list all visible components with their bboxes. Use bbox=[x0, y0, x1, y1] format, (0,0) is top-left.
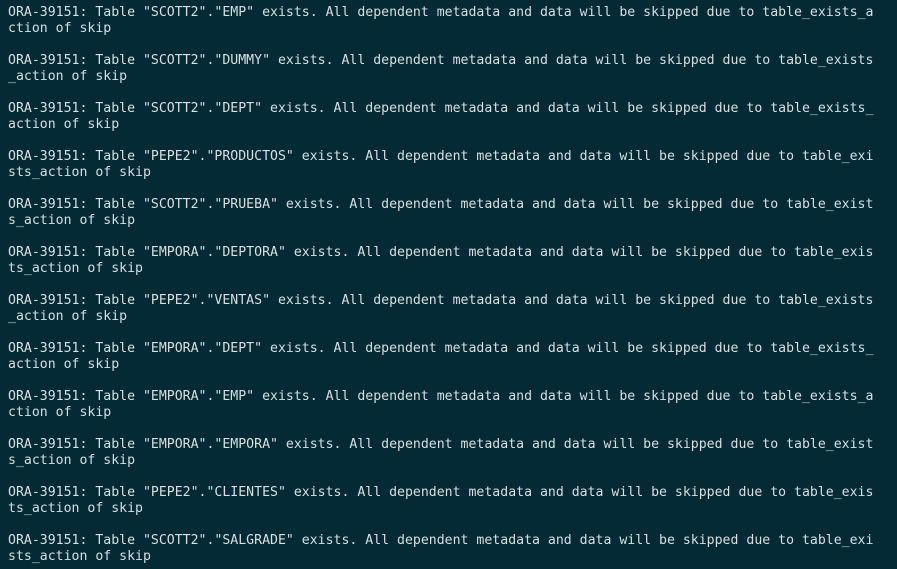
error-line: ORA-39151: Table "SCOTT2"."PRUEBA" exist… bbox=[8, 197, 874, 212]
error-line: ORA-39151: Table "SCOTT2"."SALGRADE" exi… bbox=[8, 533, 874, 548]
error-line-continuation: s_action of skip bbox=[8, 453, 136, 468]
error-line: ORA-39151: Table "EMPORA"."DEPTORA" exis… bbox=[8, 245, 874, 260]
error-line: ORA-39151: Table "SCOTT2"."EMP" exists. … bbox=[8, 5, 874, 20]
error-line-continuation: s_action of skip bbox=[8, 213, 136, 228]
error-message: ORA-39151: Table "PEPE2"."CLIENTES" exis… bbox=[8, 485, 897, 517]
error-message: ORA-39151: Table "SCOTT2"."DEPT" exists.… bbox=[8, 101, 897, 133]
error-message: ORA-39151: Table "EMPORA"."DEPTORA" exis… bbox=[8, 245, 897, 277]
error-message: ORA-39151: Table "PEPE2"."VENTAS" exists… bbox=[8, 293, 897, 325]
error-line-continuation: sts_action of skip bbox=[8, 165, 151, 180]
error-message: ORA-39151: Table "EMPORA"."EMPORA" exist… bbox=[8, 437, 897, 469]
error-line-continuation: _action of skip bbox=[8, 309, 128, 324]
error-line: ORA-39151: Table "PEPE2"."VENTAS" exists… bbox=[8, 293, 874, 308]
error-message: ORA-39151: Table "PEPE2"."PRODUCTOS" exi… bbox=[8, 149, 897, 181]
error-line-continuation: sts_action of skip bbox=[8, 549, 151, 564]
error-line-continuation: ts_action of skip bbox=[8, 261, 143, 276]
error-line: ORA-39151: Table "EMPORA"."DEPT" exists.… bbox=[8, 341, 874, 356]
error-message: ORA-39151: Table "SCOTT2"."SALGRADE" exi… bbox=[8, 533, 897, 565]
error-line-continuation: action of skip bbox=[8, 357, 120, 372]
error-message: ORA-39151: Table "SCOTT2"."EMP" exists. … bbox=[8, 5, 897, 37]
error-line-continuation: action of skip bbox=[8, 117, 120, 132]
error-line: ORA-39151: Table "PEPE2"."CLIENTES" exis… bbox=[8, 485, 874, 500]
error-line: ORA-39151: Table "EMPORA"."EMPORA" exist… bbox=[8, 437, 874, 452]
error-line: ORA-39151: Table "PEPE2"."PRODUCTOS" exi… bbox=[8, 149, 874, 164]
error-line-continuation: ts_action of skip bbox=[8, 501, 143, 516]
error-line-continuation: ction of skip bbox=[8, 405, 112, 420]
error-line: ORA-39151: Table "EMPORA"."EMP" exists. … bbox=[8, 389, 874, 404]
error-message: ORA-39151: Table "EMPORA"."EMP" exists. … bbox=[8, 389, 897, 421]
error-message: ORA-39151: Table "SCOTT2"."PRUEBA" exist… bbox=[8, 197, 897, 229]
error-line-continuation: ction of skip bbox=[8, 21, 112, 36]
error-line: ORA-39151: Table "SCOTT2"."DUMMY" exists… bbox=[8, 53, 874, 68]
error-line-continuation: _action of skip bbox=[8, 69, 128, 84]
error-message: ORA-39151: Table "EMPORA"."DEPT" exists.… bbox=[8, 341, 897, 373]
error-line: ORA-39151: Table "SCOTT2"."DEPT" exists.… bbox=[8, 101, 874, 116]
terminal-output[interactable]: ORA-39151: Table "SCOTT2"."EMP" exists. … bbox=[0, 0, 897, 569]
error-message: ORA-39151: Table "SCOTT2"."DUMMY" exists… bbox=[8, 53, 897, 85]
